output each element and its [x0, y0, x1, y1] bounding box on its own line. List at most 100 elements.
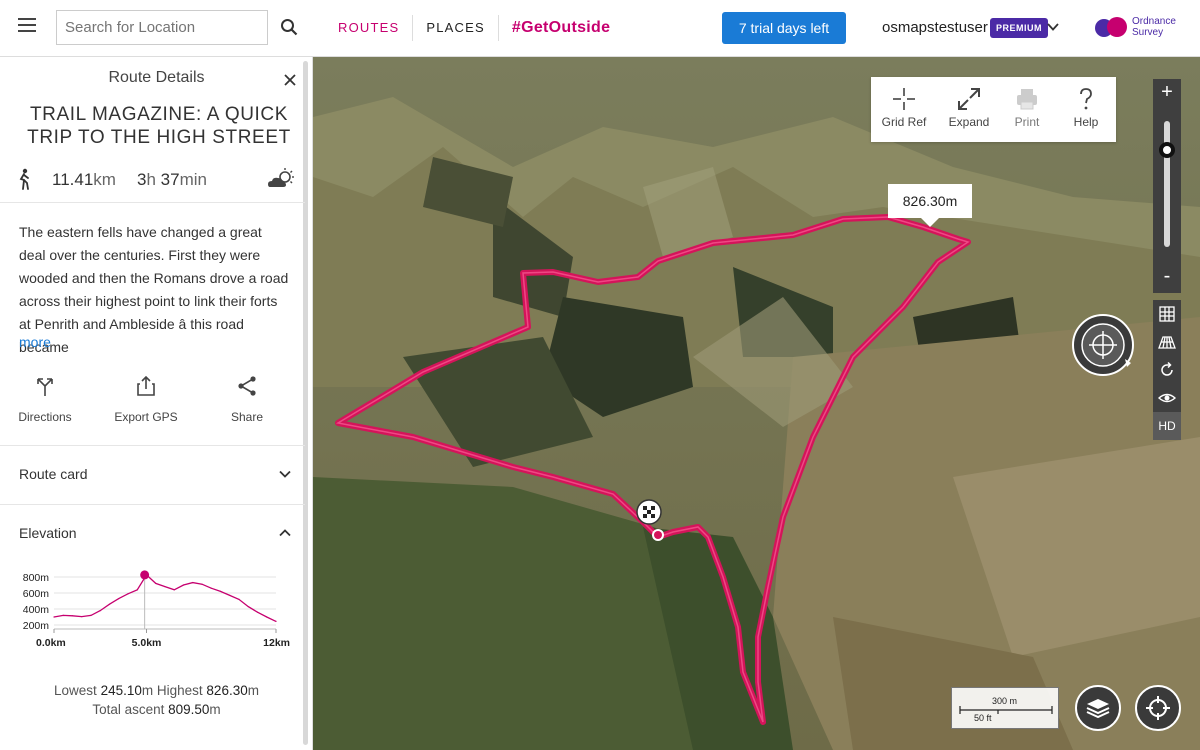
elevation-point	[256, 611, 259, 613]
scale-bar: 300 m 50 ft	[951, 687, 1059, 729]
nav-getoutside[interactable]: #GetOutside	[499, 15, 623, 41]
route-card-label: Route card	[19, 466, 88, 482]
zoom-slider-handle[interactable]	[1159, 141, 1175, 158]
elevation-point	[62, 614, 64, 616]
grid-ref-label: Grid Ref	[881, 115, 927, 129]
locate-button[interactable]	[1135, 685, 1181, 731]
help-label: Help	[1073, 115, 1099, 129]
scale-line-icon	[959, 706, 1053, 714]
elevation-point	[201, 583, 203, 585]
route-stats: 11.41km 3h 37min	[16, 167, 301, 193]
ascent-value: 809.50	[168, 702, 210, 717]
panel-header: Route Details	[108, 69, 205, 86]
menu-icon[interactable]	[18, 18, 36, 36]
help-icon	[1080, 88, 1092, 110]
weather-icon[interactable]	[266, 167, 296, 191]
share-icon	[238, 376, 256, 396]
zoom-out-button[interactable]: -	[1153, 263, 1181, 291]
elevation-point	[275, 620, 277, 622]
y-tick-label: 600m	[23, 588, 50, 600]
map-view[interactable]: Grid Ref Expand Print Help 826.30m + - H…	[313, 57, 1200, 750]
os-logo-icon	[1095, 15, 1129, 39]
distance-value: 11.41	[52, 170, 94, 189]
chevron-down-icon	[279, 470, 291, 478]
scale-bottom-label: 50 ft	[974, 713, 992, 723]
zoom-in-button[interactable]: +	[1153, 79, 1181, 107]
compass-control[interactable]	[1071, 313, 1135, 377]
zoom-slider-track[interactable]	[1164, 121, 1170, 247]
directions-button[interactable]: Directions	[0, 375, 95, 424]
elevation-point	[192, 582, 194, 584]
crosshair-icon	[893, 88, 915, 110]
layers-button[interactable]	[1075, 685, 1121, 731]
elevation-toggle[interactable]: Elevation	[0, 505, 305, 563]
y-tick-label: 800m	[23, 572, 50, 584]
map-toolbox: Grid Ref Expand Print Help	[871, 77, 1116, 142]
terrain-3d[interactable]	[313, 57, 1200, 750]
lowest-label: Lowest	[54, 683, 97, 698]
expand-button[interactable]: Expand	[939, 87, 999, 129]
map-3d-button[interactable]	[1153, 328, 1181, 356]
highest-label: Highest	[156, 683, 203, 698]
export-gps-label: Export GPS	[114, 410, 178, 424]
zoom-control: + -	[1153, 79, 1181, 293]
expand-label: Expand	[948, 115, 990, 129]
elevation-chart[interactable]: 800m 600m 400m 200m 0.0km 5.0km 12km	[18, 567, 298, 657]
elevation-point	[229, 594, 231, 596]
x-tick-label: 5.0km	[132, 637, 162, 649]
search-icon[interactable]	[280, 18, 298, 36]
route-actions: Directions Export GPS Share	[0, 375, 305, 435]
share-label: Share	[230, 410, 264, 424]
username[interactable]: osmapstestuser	[882, 19, 988, 36]
grid-ref-button[interactable]: Grid Ref	[874, 87, 934, 129]
ascent-unit: m	[209, 702, 221, 717]
duration-m-unit: min	[179, 170, 207, 189]
print-button[interactable]: Print	[997, 87, 1057, 129]
elevation-point	[99, 610, 101, 612]
ordnance-survey-logo[interactable]: Ordnance Survey	[1095, 15, 1176, 39]
elevation-point	[90, 614, 92, 616]
visibility-button[interactable]	[1153, 384, 1181, 412]
expand-icon	[958, 88, 980, 110]
route-card-toggle[interactable]: Route card	[0, 446, 305, 504]
nav-routes[interactable]: ROUTES	[325, 15, 414, 41]
elevation-point	[173, 589, 175, 591]
elevation-point	[53, 616, 55, 618]
elevation-point	[118, 598, 120, 600]
elevation-point	[127, 593, 129, 595]
elevation-point	[266, 616, 268, 618]
start-marker[interactable]	[652, 529, 664, 541]
trial-days-button[interactable]: 7 trial days left	[722, 12, 846, 44]
directions-label: Directions	[18, 410, 72, 424]
duration-h-unit: h	[146, 170, 156, 189]
rotate-button[interactable]	[1153, 356, 1181, 384]
nav-places[interactable]: PLACES	[413, 15, 499, 41]
highest-value: 826.30	[206, 683, 248, 698]
export-gps-button[interactable]: Export GPS	[96, 375, 196, 424]
locate-icon	[1146, 696, 1170, 720]
share-button[interactable]: Share	[197, 375, 297, 424]
lowest-unit: m	[141, 683, 154, 698]
tooltip-pointer	[920, 217, 940, 227]
more-link[interactable]: more	[19, 334, 51, 350]
elevation-point	[210, 587, 212, 589]
rotate-icon	[1161, 361, 1173, 376]
directions-icon	[37, 378, 53, 396]
main-nav: ROUTES PLACES #GetOutside	[325, 0, 623, 56]
finish-flag-marker[interactable]	[636, 499, 662, 525]
close-icon[interactable]	[283, 73, 297, 87]
help-button[interactable]: Help	[1056, 87, 1116, 129]
distance-unit: km	[93, 170, 116, 189]
elevation-point	[81, 616, 83, 618]
scale-top-label: 300 m	[992, 696, 1018, 706]
highest-unit: m	[247, 683, 259, 698]
map-2d-button[interactable]	[1153, 300, 1181, 328]
hd-button[interactable]: HD	[1153, 412, 1181, 440]
route-details-panel: Route Details TRAIL MAGAZINE: A QUICK TR…	[0, 57, 313, 750]
elevation-point	[219, 590, 222, 592]
logo-line2: Survey	[1132, 27, 1164, 38]
elevation-point	[71, 615, 74, 617]
chevron-down-icon[interactable]	[1046, 20, 1060, 34]
y-tick-label: 200m	[23, 620, 50, 632]
search-input[interactable]	[56, 10, 268, 45]
